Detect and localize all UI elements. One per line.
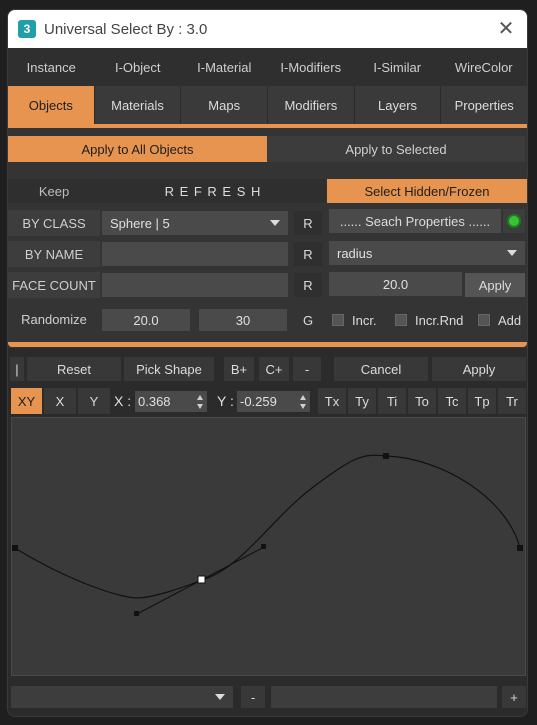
incr-label: Incr.: [352, 312, 377, 328]
main-window: 3 Universal Select By : 3.0 ✕ Instance I…: [7, 9, 528, 717]
select-hidden-frozen-button[interactable]: Select Hidden/Frozen: [327, 179, 527, 203]
tab-row-1: Instance I-Object I-Material I-Modifiers…: [8, 48, 527, 86]
b-plus-button[interactable]: B+: [224, 357, 254, 381]
y-axis-button[interactable]: Y: [78, 388, 110, 414]
tab-i-object[interactable]: I-Object: [95, 48, 182, 86]
curve-graph[interactable]: [12, 418, 527, 677]
face-count-r-button[interactable]: R: [294, 273, 322, 297]
incr-rnd-label: Incr.Rnd: [415, 312, 464, 328]
transform-tx-button[interactable]: Tx: [318, 388, 346, 414]
tangent-handle-right[interactable]: [261, 544, 266, 549]
incr-rnd-checkbox[interactable]: Incr.Rnd: [395, 310, 463, 330]
by-name-label: BY NAME: [8, 241, 100, 267]
chevron-down-icon: [507, 250, 517, 256]
transform-tp-button[interactable]: Tp: [468, 388, 496, 414]
incr-checkbox[interactable]: Incr.: [332, 310, 377, 330]
randomize-g-button[interactable]: G: [294, 308, 322, 332]
randomize-min-input[interactable]: 20.0: [102, 309, 190, 331]
cancel-button[interactable]: Cancel: [334, 357, 428, 381]
control-point-peak[interactable]: [383, 453, 389, 459]
control-point-start[interactable]: [12, 545, 18, 551]
amount-input[interactable]: 20.0: [329, 272, 462, 296]
name-input[interactable]: [102, 242, 288, 266]
selected-control-point[interactable]: [197, 575, 206, 584]
refresh-button[interactable]: R E F R E S H: [100, 179, 326, 203]
tab-materials[interactable]: Materials: [95, 86, 182, 124]
tangent-handle-left[interactable]: [134, 611, 139, 616]
chevron-down-icon: [215, 694, 225, 700]
tab-objects[interactable]: Objects: [8, 86, 95, 124]
incr-rnd-checkbox-box: [395, 314, 407, 326]
panel-bottom-accent: [8, 342, 527, 347]
xy-axis-button[interactable]: XY: [11, 388, 42, 414]
tab-i-material[interactable]: I-Material: [181, 48, 268, 86]
apply-mode-row: Apply to All Objects Apply to Selected: [8, 136, 527, 162]
property-dropdown-value: radius: [337, 245, 373, 261]
tab-maps[interactable]: Maps: [181, 86, 269, 124]
reset-button[interactable]: Reset: [27, 357, 121, 381]
curve-canvas[interactable]: [11, 417, 526, 676]
chevron-down-icon: [270, 220, 280, 226]
transform-tr-button[interactable]: Tr: [498, 388, 526, 414]
randomize-max-input[interactable]: 30: [199, 309, 287, 331]
face-count-input[interactable]: [102, 273, 288, 297]
add-label: Add: [498, 312, 522, 328]
x-coord-value: 0.368: [138, 394, 171, 409]
apply-selected-button[interactable]: Apply to Selected: [267, 136, 525, 162]
face-count-label: FACE COUNT: [8, 272, 100, 298]
pick-shape-button[interactable]: Pick Shape: [124, 357, 214, 381]
tab-layers[interactable]: Layers: [355, 86, 442, 124]
property-dropdown[interactable]: radius: [329, 241, 525, 265]
curve-line: [14, 454, 521, 599]
control-point-end[interactable]: [517, 545, 523, 551]
c-plus-button[interactable]: C+: [259, 357, 289, 381]
tab-i-similar[interactable]: I-Similar: [354, 48, 441, 86]
window-title: Universal Select By : 3.0: [44, 20, 208, 38]
incr-checkbox-box: [332, 314, 344, 326]
add-checkbox-box: [478, 314, 490, 326]
class-dropdown[interactable]: Sphere | 5: [102, 211, 288, 235]
x-axis-button[interactable]: X: [44, 388, 76, 414]
randomize-label: Randomize: [8, 306, 100, 332]
spinner-arrows-icon[interactable]: [197, 394, 204, 410]
add-checkbox[interactable]: Add: [478, 310, 521, 330]
minus-button[interactable]: -: [293, 357, 321, 381]
title-bar: 3 Universal Select By : 3.0 ✕: [8, 10, 527, 48]
tab-properties[interactable]: Properties: [441, 86, 527, 124]
transform-to-button[interactable]: To: [408, 388, 436, 414]
status-indicator[interactable]: [503, 209, 525, 233]
pipe-button[interactable]: |: [10, 357, 24, 381]
tab-modifiers[interactable]: Modifiers: [268, 86, 355, 124]
tab-wirecolor[interactable]: WireColor: [441, 48, 528, 86]
transform-ti-button[interactable]: Ti: [378, 388, 406, 414]
y-coord-label: Y :: [217, 393, 234, 409]
transform-ty-button[interactable]: Ty: [348, 388, 376, 414]
remove-preset-button[interactable]: -: [241, 686, 265, 708]
preset-dropdown[interactable]: [11, 686, 233, 708]
x-coord-spinner[interactable]: 0.368: [135, 391, 207, 412]
by-class-r-button[interactable]: R: [294, 211, 322, 235]
close-icon[interactable]: ✕: [495, 18, 517, 40]
preset-name-input[interactable]: [271, 686, 497, 708]
by-name-r-button[interactable]: R: [294, 242, 322, 266]
apply-all-objects-button[interactable]: Apply to All Objects: [8, 136, 267, 162]
search-properties-button[interactable]: ...... Seach Properties ......: [329, 209, 501, 233]
tab-instance[interactable]: Instance: [8, 48, 95, 86]
tab-i-modifiers[interactable]: I-Modifiers: [268, 48, 355, 86]
green-status-icon: [507, 214, 521, 228]
by-class-label: BY CLASS: [8, 210, 100, 236]
x-coord-label: X :: [114, 393, 132, 409]
keep-button[interactable]: Keep: [8, 179, 100, 203]
add-preset-button[interactable]: +: [502, 686, 526, 708]
tab-row-2: Objects Materials Maps Modifiers Layers …: [8, 86, 527, 124]
y-coord-spinner[interactable]: -0.259: [237, 391, 310, 412]
apply-button[interactable]: Apply: [432, 357, 526, 381]
face-count-apply-button[interactable]: Apply: [465, 273, 525, 297]
spinner-arrows-icon[interactable]: [300, 394, 307, 410]
transform-tc-button[interactable]: Tc: [438, 388, 466, 414]
app-icon: 3: [18, 20, 36, 38]
class-dropdown-value: Sphere | 5: [110, 215, 170, 231]
y-coord-value: -0.259: [240, 394, 277, 409]
